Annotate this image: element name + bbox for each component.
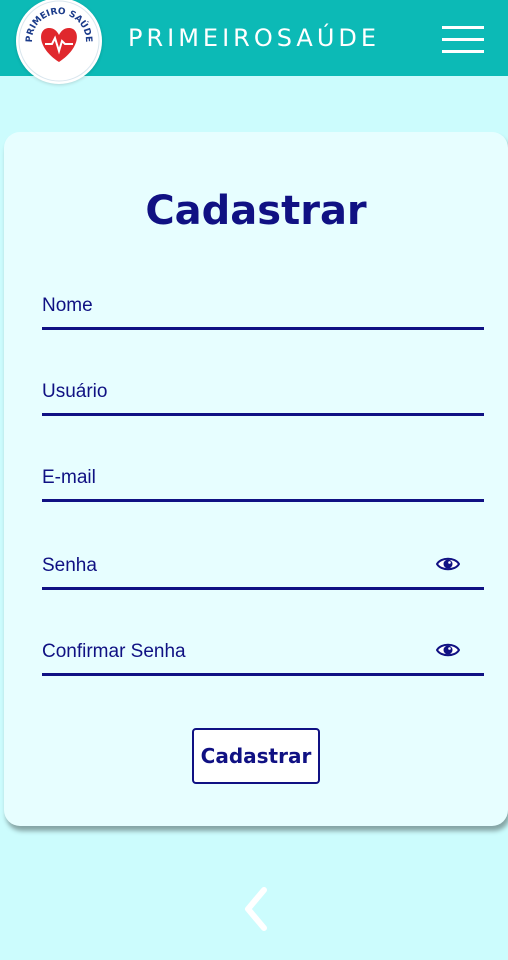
page-title: Cadastrar	[145, 188, 367, 234]
eye-icon[interactable]	[436, 640, 460, 660]
register-button[interactable]: Cadastrar	[192, 728, 320, 784]
confirm-password-input[interactable]	[42, 636, 422, 668]
password-field	[42, 530, 484, 590]
heart-pulse-icon: PRIMEIRO SAÚDE	[18, 0, 100, 82]
confirm-password-field	[42, 616, 484, 676]
chevron-left-icon[interactable]	[242, 886, 272, 932]
register-card: Cadastrar Cadastrar	[4, 132, 508, 826]
email-field	[42, 442, 484, 502]
username-field	[42, 356, 484, 416]
eye-icon[interactable]	[436, 554, 460, 574]
username-input[interactable]	[42, 376, 422, 408]
name-field	[42, 270, 484, 330]
logo[interactable]: PRIMEIRO SAÚDE	[16, 0, 102, 84]
brand-name: PRIMEIROSAÚDE	[128, 24, 381, 52]
email-input[interactable]	[42, 462, 422, 494]
password-input[interactable]	[42, 550, 422, 582]
hamburger-menu-icon[interactable]	[442, 26, 484, 54]
name-input[interactable]	[42, 290, 422, 322]
top-bar: PRIMEIRO SAÚDE PRIMEIROSAÚDE	[0, 0, 508, 84]
